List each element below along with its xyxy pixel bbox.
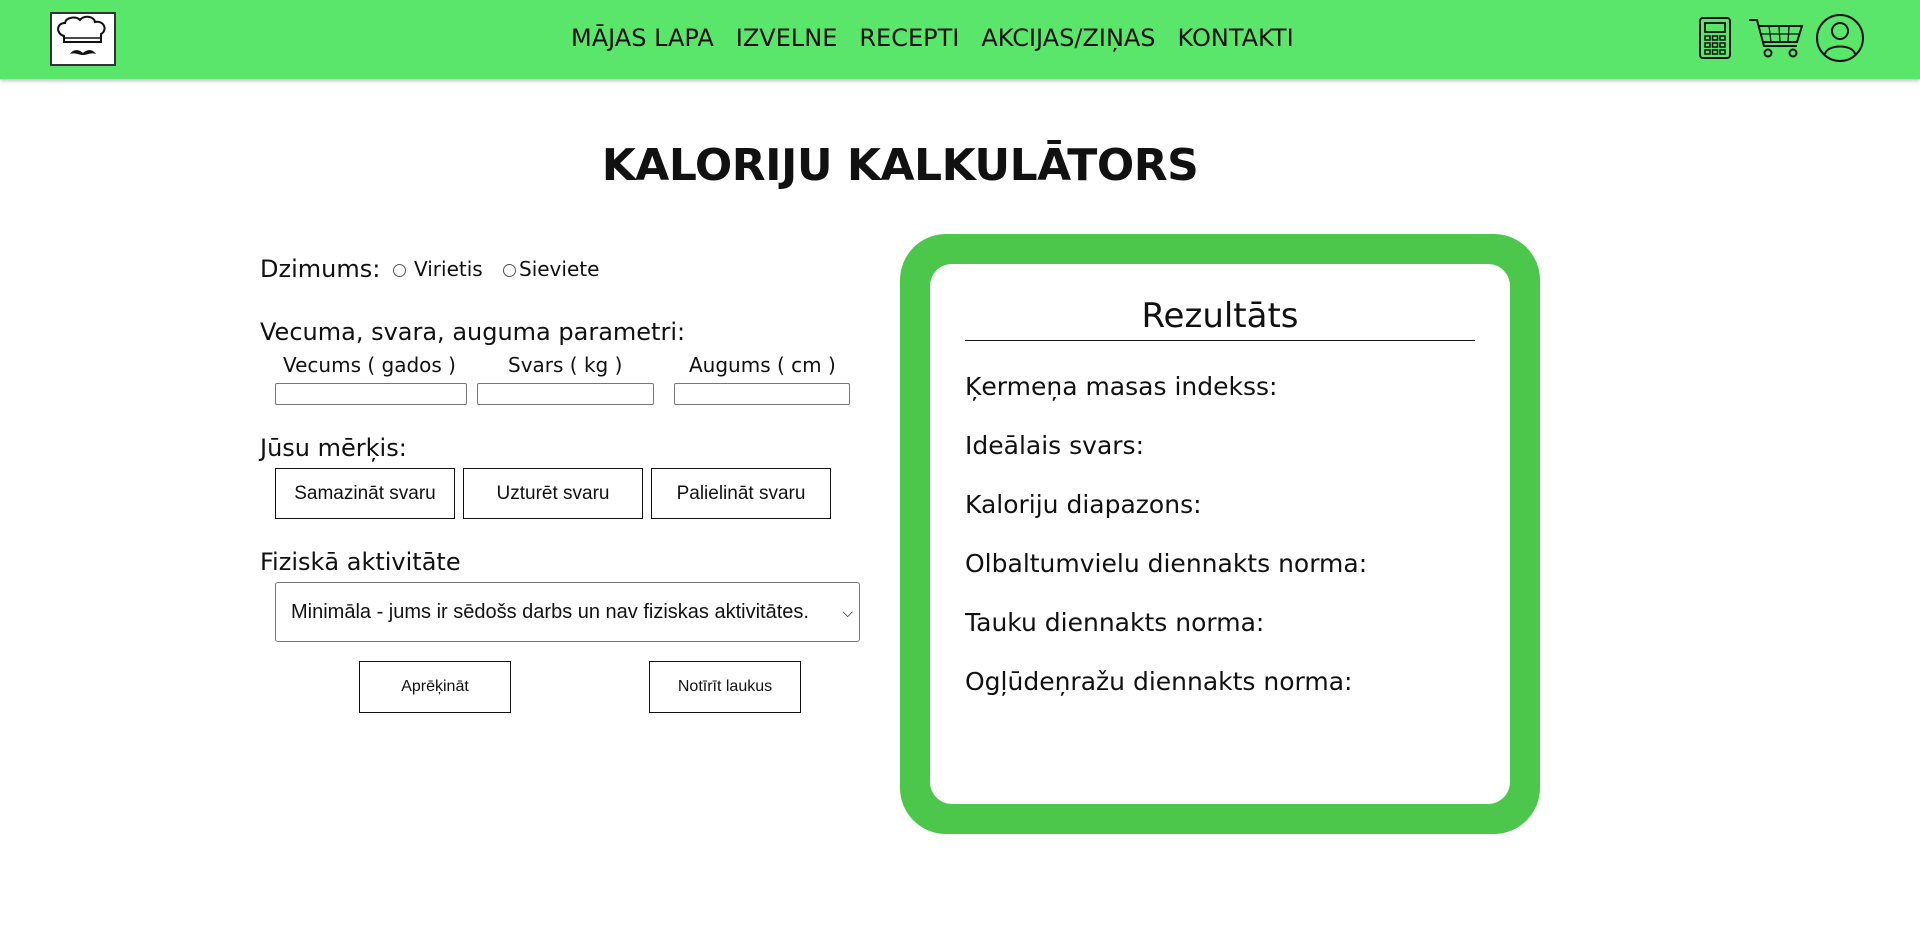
main-nav: MĀJAS LAPA IZVELNE RECEPTI AKCIJAS/ZIŅAS… [571,24,1316,52]
chevron-down-icon: ⌵ [842,604,853,620]
result-bmi: Ķermeņa masas indekss: [965,372,1278,401]
gender-radio-female[interactable] [503,264,516,277]
page-title: KALORIJU KALKULĀTORS [601,140,1199,191]
calculator-icon[interactable] [1697,16,1733,64]
result-carbs: Ogļūdeņražu diennakts norma: [965,667,1353,696]
gender-option-male[interactable]: Virietis [414,257,483,281]
nav-recipes[interactable]: RECEPTI [859,24,959,52]
result-protein: Olbaltumvielu diennakts norma: [965,549,1368,578]
result-ideal-weight: Ideālais svars: [965,431,1144,460]
weight-label: Svars ( kg ) [508,353,623,377]
gender-radio-male[interactable] [393,264,406,277]
user-icon[interactable] [1815,13,1865,67]
nav-contacts[interactable]: KONTAKTI [1178,24,1294,52]
maintain-weight-button[interactable]: Uzturēt svaru [463,468,643,519]
age-label: Vecums ( gados ) [283,353,456,377]
chef-logo-icon[interactable] [50,12,116,66]
age-input[interactable] [275,383,467,405]
nav-menu[interactable]: IZVELNE [736,24,838,52]
activity-label: Fiziskā aktivitāte [260,548,461,576]
gain-weight-button[interactable]: Palielināt svaru [651,468,831,519]
clear-fields-button[interactable]: Notīrīt laukus [649,661,801,713]
result-calorie-range: Kaloriju diapazons: [965,490,1202,519]
calculate-button[interactable]: Aprēķināt [359,661,511,713]
gender-label: Dzimums: [260,255,381,283]
results-title: Rezultāts [965,296,1475,341]
nav-home[interactable]: MĀJAS LAPA [571,24,714,52]
cart-icon[interactable] [1747,16,1805,64]
height-label: Augums ( cm ) [689,353,836,377]
results-card: Rezultāts Ķermeņa masas indekss: Ideālai… [930,264,1510,804]
nav-offers-news[interactable]: AKCIJAS/ZIŅAS [981,24,1155,52]
activity-selected-value: Minimāla - jums ir sēdošs darbs un nav f… [291,601,809,623]
gender-option-female[interactable]: Sieviete [519,257,599,281]
activity-select[interactable]: Minimāla - jums ir sēdošs darbs un nav f… [275,582,860,642]
results-panel: Rezultāts Ķermeņa masas indekss: Ideālai… [900,234,1540,834]
result-fat: Tauku diennakts norma: [965,608,1265,637]
weight-input[interactable] [477,383,654,405]
top-navbar: MĀJAS LAPA IZVELNE RECEPTI AKCIJAS/ZIŅAS… [0,0,1920,79]
height-input[interactable] [674,383,850,405]
lose-weight-button[interactable]: Samazināt svaru [275,468,455,519]
goal-label: Jūsu mērķis: [260,434,407,462]
params-label: Vecuma, svara, auguma parametri: [260,318,686,346]
